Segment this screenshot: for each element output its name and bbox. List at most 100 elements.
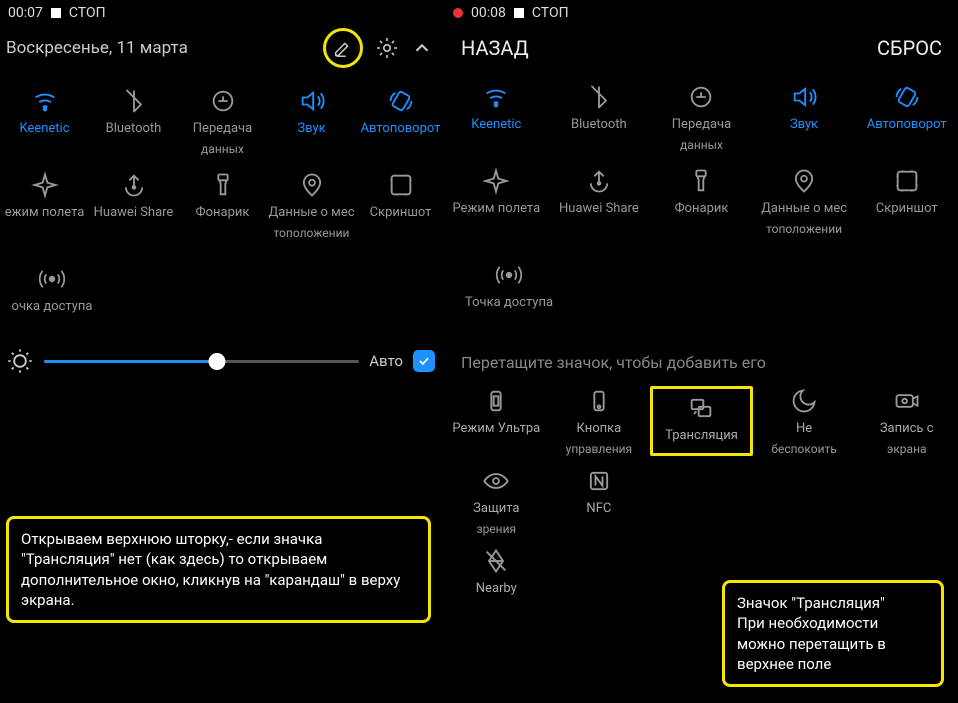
wifi-icon xyxy=(31,86,59,116)
toggle-nearby[interactable]: Nearby xyxy=(445,546,548,597)
toggle-wifi[interactable]: Keenetic xyxy=(445,82,548,152)
toggle-hotspot[interactable]: очка доступа xyxy=(8,264,96,315)
reset-button[interactable]: СБРОС xyxy=(877,36,942,60)
share-icon xyxy=(585,166,613,196)
toggle-rotate[interactable]: Автоповорот xyxy=(356,86,445,156)
toggle-label: Передача xyxy=(672,118,731,133)
toggle-bluetooth[interactable]: Bluetooth xyxy=(89,86,178,156)
toggle-label: Трансляция xyxy=(665,429,738,444)
brightness-slider[interactable] xyxy=(44,360,359,363)
toggle-label: Фонарик xyxy=(675,202,729,217)
toggle-label: Huawei Share xyxy=(559,202,639,217)
data-icon xyxy=(687,82,715,112)
toggle-label: Скриншот xyxy=(876,202,938,217)
toggle-share[interactable]: Huawei Share xyxy=(548,166,651,236)
navbtn-icon xyxy=(585,386,613,416)
flashlight-icon xyxy=(209,170,237,200)
bluetooth-icon xyxy=(120,86,148,116)
brightness-thumb[interactable] xyxy=(209,353,226,370)
toggle-label2: беспокоить xyxy=(771,443,836,456)
toggle-label: Скриншот xyxy=(370,206,432,221)
toggle-label: Автоповорот xyxy=(867,118,947,133)
drag-grid-row2: Защитазрения NFC xyxy=(445,466,958,546)
toggle-location[interactable]: Данные о местоположении xyxy=(753,166,856,236)
toggle-eye[interactable]: Защитазрения xyxy=(445,466,548,536)
screenshot-icon xyxy=(893,166,921,196)
toggle-label: Bluetooth xyxy=(571,118,627,133)
status-time: 00:08 xyxy=(471,5,506,21)
toggle-flashlight[interactable]: Фонарик xyxy=(650,166,753,236)
toggle-wifi[interactable]: Keenetic xyxy=(0,86,89,156)
toggle-sound[interactable]: Звук xyxy=(267,86,356,156)
toggle-data[interactable]: Передача данных xyxy=(650,82,753,152)
status-stop-label: СТОП xyxy=(532,5,569,21)
share-icon xyxy=(120,170,148,200)
toggle-flashlight[interactable]: Фонарик xyxy=(178,170,267,240)
edit-icon[interactable] xyxy=(332,37,354,59)
toggle-navbtn[interactable]: Кнопкауправления xyxy=(548,386,651,456)
sound-icon xyxy=(790,82,818,112)
toggle-record[interactable]: Запись с экрана xyxy=(855,386,958,456)
nfc-icon xyxy=(585,466,613,496)
toggle-nfc[interactable]: NFC xyxy=(548,466,651,536)
sound-icon xyxy=(298,86,326,116)
toggle-label: Режим полета xyxy=(452,202,540,217)
edit-navbar: НАЗАД СБРОС xyxy=(445,26,958,74)
toggle-airplane[interactable]: Режим полета xyxy=(445,166,548,236)
toggle-label: ежим полета xyxy=(5,206,85,221)
toggle-screenshot[interactable]: Скриншот xyxy=(855,166,958,236)
toggle-dnd[interactable]: Не беспокоить xyxy=(753,386,856,456)
toggle-hotspot[interactable]: Точка доступа xyxy=(459,260,559,311)
toggle-label2: управления xyxy=(566,443,632,456)
toggle-label2: данных xyxy=(201,143,244,156)
rotate-icon xyxy=(893,82,921,112)
toggle-screenshot[interactable]: Скриншот xyxy=(356,170,445,240)
toggle-location[interactable]: Данные о мес тоположении xyxy=(267,170,356,240)
toggle-share[interactable]: Huawei Share xyxy=(89,170,178,240)
toggle-data[interactable]: Передачаданных xyxy=(178,86,267,156)
toggle-label: Автоповорот xyxy=(361,122,441,137)
toggle-airplane[interactable]: ежим полета xyxy=(0,170,89,240)
chevron-up-icon[interactable] xyxy=(411,37,433,59)
check-icon xyxy=(417,354,431,368)
toggle-label: Keenetic xyxy=(19,122,69,137)
auto-checkbox[interactable] xyxy=(413,350,435,372)
status-stop-label: СТОП xyxy=(69,5,106,21)
toggle-label: NFC xyxy=(586,502,611,517)
airplane-icon xyxy=(31,170,59,200)
brightness-fill xyxy=(44,360,217,363)
toggle-label2: тоположении xyxy=(274,227,350,240)
ultra-icon xyxy=(482,386,510,416)
toggle-bluetooth[interactable]: Bluetooth xyxy=(548,82,651,152)
quick-toggles-row2: ежим полета Huawei Share Фонарик Данные о м… xyxy=(0,170,445,254)
toggle-label: Данные о мес xyxy=(268,206,354,221)
toggle-label: Huawei Share xyxy=(94,206,174,221)
flashlight-icon xyxy=(687,166,715,196)
wifi-icon xyxy=(482,82,510,112)
toggle-label: Не xyxy=(796,422,812,437)
toggle-label2: тоположении xyxy=(766,223,842,236)
toggle-label: Keenetic xyxy=(471,118,521,133)
dnd-icon xyxy=(790,386,818,416)
toggle-label: Фонарик xyxy=(196,206,250,221)
toggle-sound[interactable]: Звук xyxy=(753,82,856,152)
toggle-label: Запись с xyxy=(880,422,934,437)
drag-hint: Перетащите значок, чтобы добавить его xyxy=(445,329,958,386)
toggle-cast[interactable]: Трансляция xyxy=(650,386,753,456)
toggle-label: Защита xyxy=(473,502,519,517)
toggle-label: Nearby xyxy=(476,582,517,597)
quick-toggles: Keenetic BluetoothПередачаданных Звук Автоп… xyxy=(0,78,445,170)
auto-label: Авто xyxy=(369,352,403,370)
toggle-rotate[interactable]: Автоповорот xyxy=(855,82,958,152)
back-button[interactable]: НАЗАД xyxy=(461,36,529,60)
edit-highlight xyxy=(323,28,363,68)
location-icon xyxy=(790,166,818,196)
toggle-ultra[interactable]: Режим Ультра xyxy=(445,386,548,456)
toggle-label2: данных xyxy=(680,139,723,152)
cast-icon xyxy=(687,393,715,423)
toggle-label: Звук xyxy=(297,122,325,137)
toggle-label2: экрана xyxy=(887,443,927,456)
gear-icon[interactable] xyxy=(375,36,399,60)
toggle-label: Режим Ультра xyxy=(452,422,540,437)
stop-icon xyxy=(51,8,61,18)
